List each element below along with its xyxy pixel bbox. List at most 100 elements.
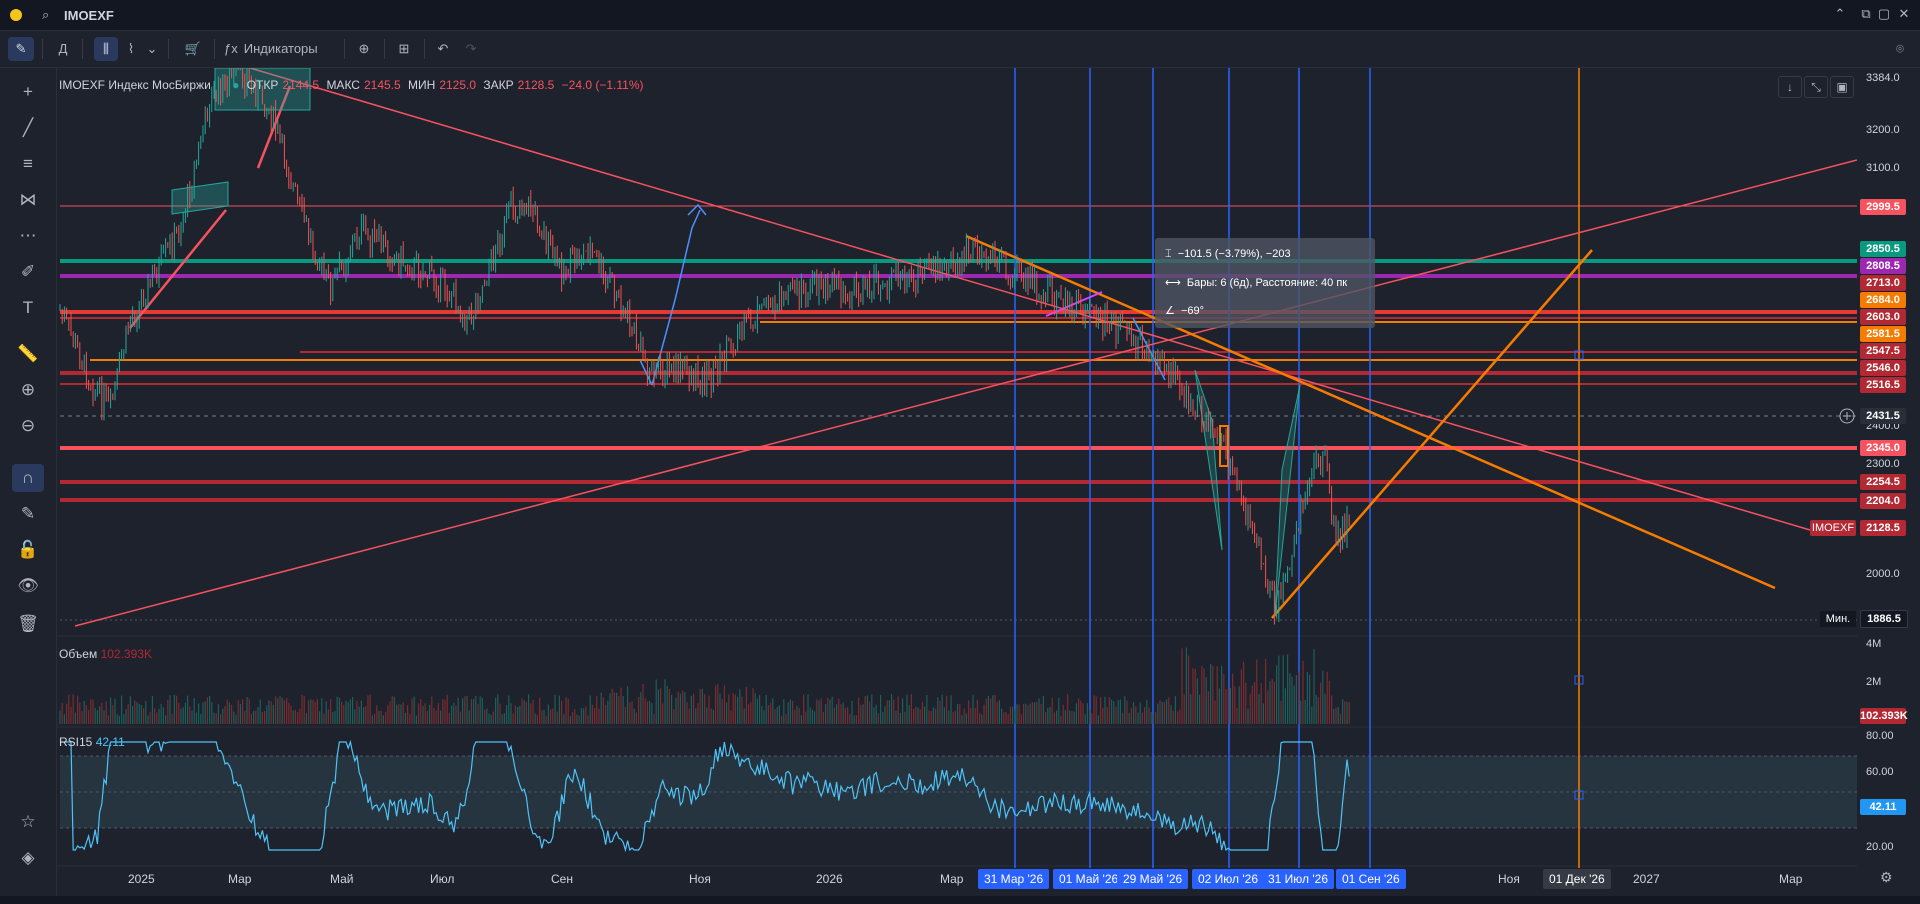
measure-tooltip: ⌶ −101.5 (−3.79%), −203 ⟷ Бары: 6 (6д), … (1155, 238, 1375, 328)
zoom-out-icon[interactable]: ⊖ (12, 412, 44, 440)
measure-line3: ∠ −69° (1165, 305, 1205, 317)
layout-grid-icon[interactable]: ⊞ (392, 37, 416, 61)
pattern-icon[interactable]: ⋈ (12, 186, 44, 214)
rsi-label: RSI15 (59, 735, 93, 749)
volume-badge: 102.393K (1860, 708, 1908, 724)
level-2603-badge: 2603.0 (1860, 309, 1906, 325)
time-label: 2025 (128, 872, 155, 886)
volume-tick: 4M (1866, 638, 1882, 650)
volume-value: 102.393K (100, 647, 152, 661)
level-2345-badge: 2345.0 (1860, 440, 1906, 456)
time-label: Сен (551, 872, 573, 886)
chart-type-icon[interactable]: ⌇ (120, 37, 142, 61)
crosshair-price-badge: 2431.5 (1860, 408, 1906, 424)
settings-gear-icon[interactable]: ⚙ (1880, 869, 1893, 886)
level-2684-badge: 2684.0 (1860, 292, 1906, 308)
rsi-tick: 80.00 (1866, 730, 1894, 742)
crosshair-icon[interactable]: + (12, 78, 44, 106)
legend-low-label: МИН (408, 78, 436, 92)
price-tick: 3384.0 (1866, 72, 1900, 84)
title-bar: ⌕ IMOEXF ⌃ ⧉ ▢ ✕ (0, 0, 1920, 31)
angle-icon: ∠ (1165, 305, 1175, 317)
last-price-badge: 2128.5 (1860, 520, 1906, 536)
add-icon[interactable]: ⊕ (352, 37, 376, 61)
time-label: Ноя (1498, 872, 1520, 886)
star-icon[interactable]: ☆ (12, 808, 44, 836)
zoom-in-icon[interactable]: ⊕ (12, 376, 44, 404)
fullscreen-icon[interactable]: ⤡ (1804, 76, 1828, 98)
volume-label: Объем (59, 647, 98, 661)
close-icon[interactable]: ✕ (1895, 5, 1913, 23)
measure-line2: ⟷ Бары: 6 (6д), Расстояние: 40 пк (1165, 277, 1348, 289)
level-2999-badge: 2999.5 (1860, 199, 1906, 215)
app-status-dot (10, 9, 22, 21)
time-label: Май (330, 872, 354, 886)
ruler-icon[interactable]: 📏 (12, 340, 44, 368)
redo-icon[interactable]: ↷ (460, 37, 482, 61)
level-2516-badge: 2516.5 (1860, 377, 1906, 393)
brush-icon[interactable]: ✐ (12, 258, 44, 286)
time-label: 2027 (1633, 872, 1660, 886)
legend-open: 2144.5 (282, 78, 320, 92)
symbol-search[interactable]: ⌕ IMOEXF (36, 4, 1826, 26)
collapse-icon[interactable]: ⌃ (1831, 5, 1849, 23)
price-tick: 3100.0 (1866, 162, 1900, 174)
time-label: Мар (228, 872, 252, 886)
fx-icon: ƒx (224, 41, 238, 56)
legend-symbol[interactable]: IMOEXF Индекс МосБиржи (59, 78, 211, 92)
trash-icon[interactable]: 🗑 (12, 610, 44, 638)
price-tick: 3200.0 (1866, 124, 1900, 136)
legend-dot: ● (232, 78, 240, 92)
date-badge: 29 Май '26 (1117, 869, 1189, 889)
drawing-tools-panel: + ╱ ≡ ⋈ ⋯ ✐ T 📏 ⊕ ⊖ ∩ ✎ 🔓 👁 🗑 ☆ ◈ (0, 68, 57, 904)
volume-pane-label: Объем 102.393K (59, 647, 152, 661)
cart-icon[interactable]: 🛒 (180, 37, 206, 61)
min-label: Мин. (1820, 611, 1856, 627)
legend-close-label: ЗАКР (483, 78, 514, 92)
maximize-icon[interactable]: ▢ (1875, 5, 1893, 23)
time-label: 2026 (816, 872, 843, 886)
text-icon[interactable]: T (12, 294, 44, 322)
layers-icon[interactable]: ◈ (12, 844, 44, 872)
min-price-badge: 1886.5 (1860, 610, 1908, 628)
legend-high: 2145.5 (363, 78, 401, 92)
legend-open-label: ОТКР (246, 78, 279, 92)
detach-icon[interactable]: ⧉ (1857, 5, 1875, 23)
price-tick: 2300.0 (1866, 458, 1900, 470)
screenshot-icon[interactable]: ▣ (1830, 76, 1854, 98)
candles-icon[interactable]: ⫼ (94, 37, 118, 61)
fib-icon[interactable]: ≡ (12, 150, 44, 178)
indicators-button[interactable]: ƒx Индикаторы (224, 37, 334, 61)
chevron-down-icon[interactable]: ⌄ (144, 37, 160, 61)
magnet-icon[interactable]: ∩ (12, 464, 44, 492)
download-icon[interactable]: ↓ (1778, 76, 1802, 98)
undo-icon[interactable]: ↶ (432, 37, 454, 61)
date-badge: 01 Сен '26 (1336, 869, 1406, 889)
lock-drawing-icon[interactable]: ✎ (12, 500, 44, 528)
search-icon: ⌕ (42, 7, 50, 22)
trendline-icon[interactable]: ╱ (12, 114, 44, 142)
level-2547-badge: 2547.5 (1860, 343, 1906, 359)
status-bar (0, 896, 1920, 904)
lock-icon[interactable]: 🔓 (12, 536, 44, 564)
interval-button[interactable]: Д (52, 37, 74, 61)
price-chart[interactable] (57, 68, 1857, 868)
legend-low: 2125.0 (439, 78, 477, 92)
width-icon: ⟷ (1165, 277, 1181, 289)
pencil-icon[interactable]: ✎ (8, 37, 34, 61)
time-label: Мар (1779, 872, 1803, 886)
time-label: Июл (430, 872, 455, 886)
date-badge: 01 Май '26 (1053, 869, 1125, 889)
legend-change: −24.0 (−1.11%) (561, 78, 644, 92)
level-2546-badge: 2546.0 (1860, 360, 1906, 376)
forecast-icon[interactable]: ⋯ (12, 222, 44, 250)
level-2713-badge: 2713.0 (1860, 275, 1906, 291)
rsi-pane-label: RSI15 42.11 (59, 735, 125, 749)
rsi-tick: 20.00 (1866, 841, 1894, 853)
level-2850-badge: 2850.5 (1860, 241, 1906, 257)
level-2808-badge: 2808.5 (1860, 258, 1906, 274)
volume-bars (59, 647, 1350, 724)
last-symbol-badge: IMOEXF (1810, 520, 1856, 536)
camera-icon[interactable]: ⌾ (1888, 37, 1912, 61)
eye-icon[interactable]: 👁 (12, 572, 44, 600)
